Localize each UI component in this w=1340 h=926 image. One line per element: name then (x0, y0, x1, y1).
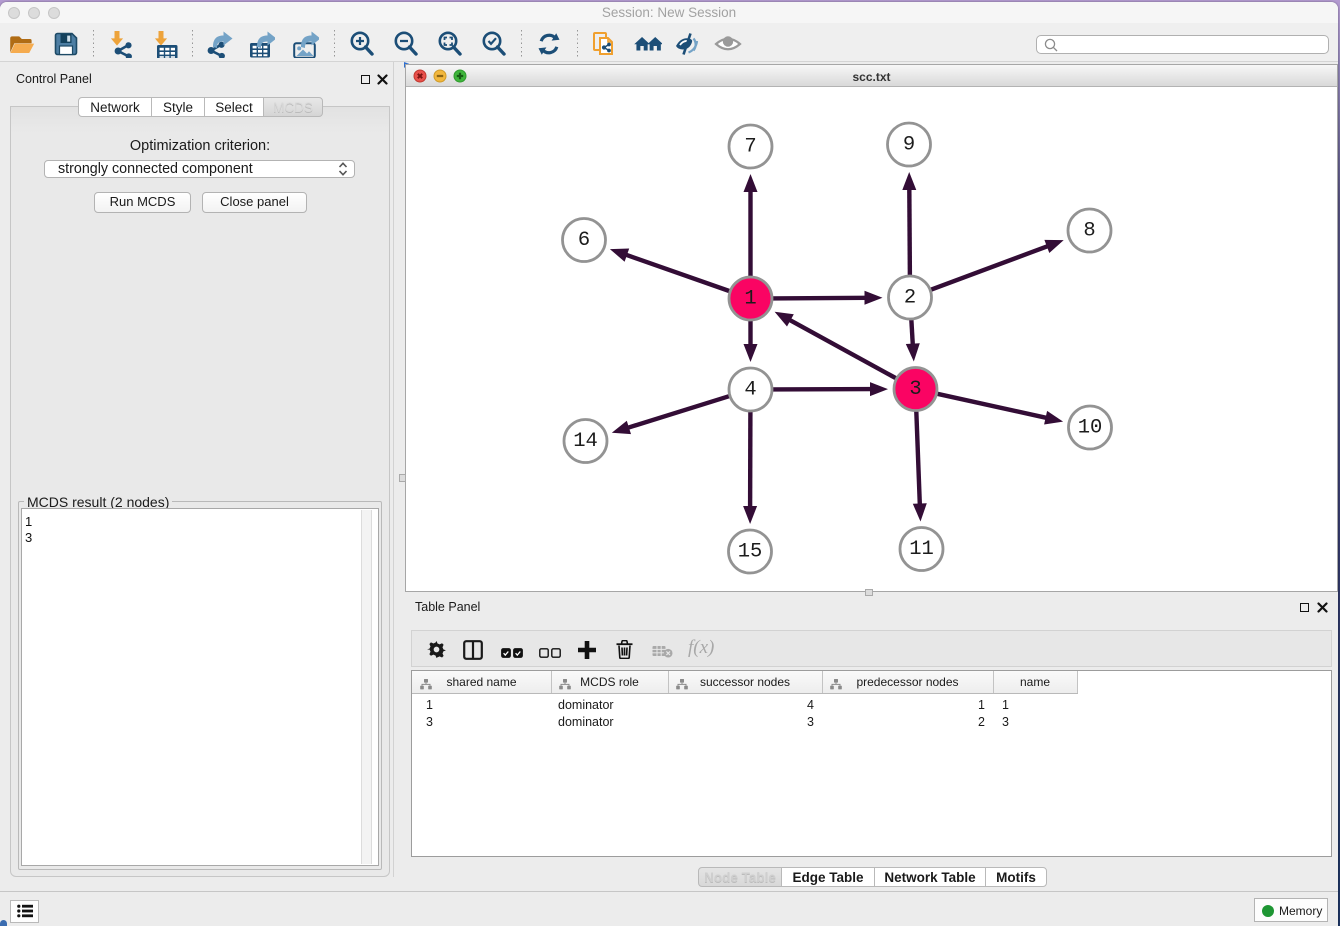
svg-text:15: 15 (738, 541, 763, 564)
svg-text:3: 3 (909, 378, 921, 401)
svg-text:6: 6 (578, 229, 590, 252)
svg-text:8: 8 (1083, 220, 1095, 243)
svg-text:10: 10 (1078, 417, 1103, 440)
svg-text:14: 14 (573, 430, 598, 453)
svg-text:2: 2 (904, 287, 916, 310)
svg-text:7: 7 (744, 136, 756, 159)
svg-text:1: 1 (744, 288, 756, 311)
svg-text:11: 11 (909, 538, 934, 561)
svg-text:9: 9 (903, 134, 915, 157)
svg-text:4: 4 (744, 379, 756, 402)
